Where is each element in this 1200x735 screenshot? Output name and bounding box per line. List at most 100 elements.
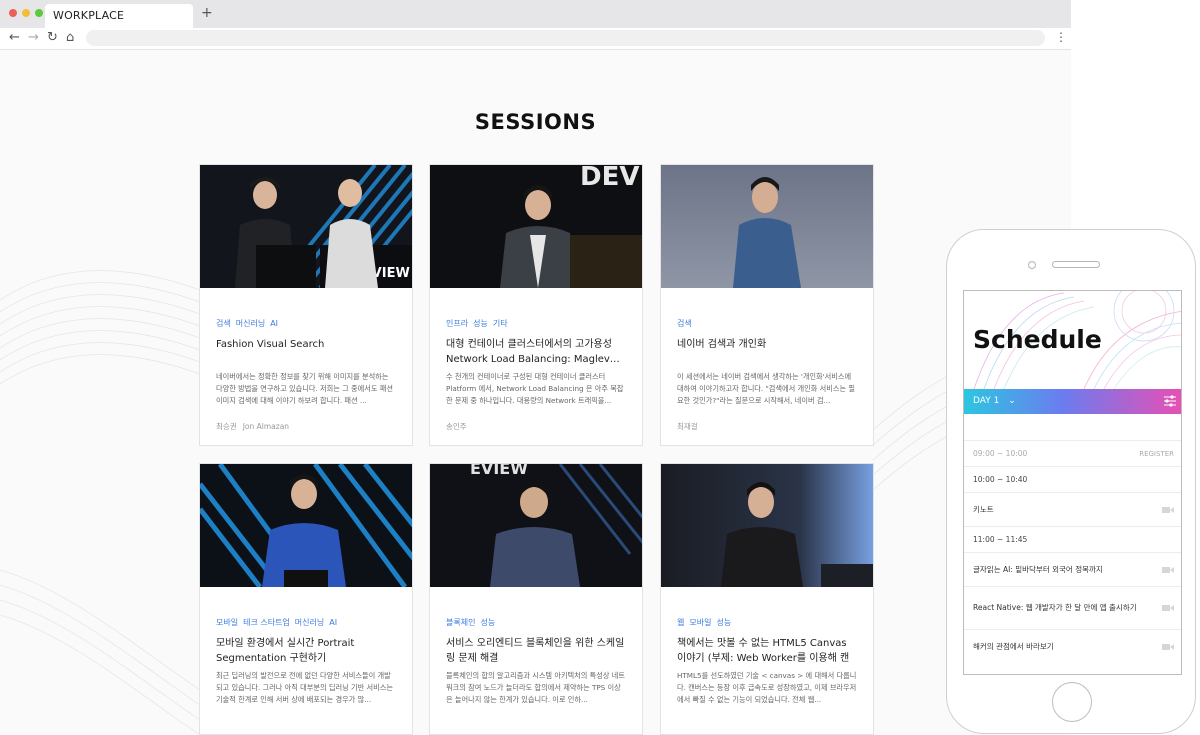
session-photo: EVIEW [430,464,642,587]
maximize-window-button[interactable] [35,9,43,17]
session-speakers: 최재걸 [677,421,857,432]
time-range: 10:00 ~ 10:40 [973,475,1028,484]
schedule-session-row[interactable]: 해커의 관점에서 바라보기 [964,629,1181,663]
tag[interactable]: 검색 [677,319,692,328]
session-photo [200,464,412,587]
session-speakers: 최승권 Jon Almazan [216,421,396,432]
speaker-name: 최재걸 [677,422,698,431]
session-tags: 검색 [677,318,857,329]
session-title[interactable]: 대형 컨테이너 클러스터에서의 고가용성 Network Load Balanc… [446,337,626,367]
session-description: 블록체인의 합의 알고리즘과 시스템 아키텍처의 특성상 네트워크의 참여 노드… [446,671,626,704]
address-bar[interactable] [86,30,1045,46]
schedule-session-title: 키노트 [973,504,994,514]
schedule-session-title: 해커의 관점에서 바라보기 [973,641,1054,651]
tag[interactable]: 성능 [480,618,495,627]
speaker-name: Jon Almazan [242,422,290,431]
day-selector[interactable]: DAY 1 ⌄ [964,389,1181,414]
time-slot: 10:00 ~ 10:40 [964,466,1181,492]
session-description: 수 천개의 컨테이너로 구성된 대형 컨테이너 클러스터 Platform 에서… [446,372,624,405]
session-card[interactable]: 웹 모바일 성능 책에서는 맛볼 수 없는 HTML5 Canvas 이야기 (부제… [660,463,874,735]
video-camera-icon[interactable] [1162,604,1174,612]
session-photo [661,165,873,288]
video-camera-icon[interactable] [1162,643,1174,651]
time-slot: 11:00 ~ 11:45 [964,526,1181,552]
tag[interactable]: 기타 [493,319,508,328]
filter-icon[interactable] [1164,395,1176,407]
day-label: DAY 1 [973,396,1000,406]
back-icon[interactable]: ← [9,30,20,46]
session-tags: 웹 모바일 성능 [677,617,857,628]
tab-bar: WORKPLACE + [0,0,1071,28]
schedule-session-row[interactable]: 글자읽는 AI: 밑바닥부터 외국어 정복까지 [964,552,1181,586]
phone-mockup: Schedule DAY 1 ⌄ 09:00 ~ 10:00 REGISTER … [946,229,1196,734]
session-title[interactable]: 서비스 오리엔티드 블록체인을 위한 스케일링 문제 해결 [446,636,626,666]
session-tags: 검색 머신러닝 AI [216,318,396,329]
schedule-session-row[interactable]: React Native: 웹 개발자가 한 달 만에 앱 출시하기 [964,586,1181,629]
svg-text:EVIEW: EVIEW [470,464,528,478]
browser-menu-icon[interactable]: ⋮ [1055,30,1067,44]
tag[interactable]: AI [270,319,278,328]
navigation-bar: ← → ↻ ⌂ ⋮ [0,28,1071,50]
session-photo: DEVIEW [200,165,412,288]
session-description: 네이버에서는 정확한 정보를 찾기 위해 이미지를 분석하는 다양한 방법을 연… [216,372,393,405]
session-description: 이 세션에서는 네이버 검색에서 생각하는 '개인화'서비스에 대하여 이야기하… [677,372,856,405]
session-description: 최근 딥러닝의 발전으로 전에 없던 다양한 서비스들이 개발되고 있습니다. … [216,671,393,704]
session-title[interactable]: 네이버 검색과 개인화 [677,337,857,367]
schedule-session-title: 글자읽는 AI: 밑바닥부터 외국어 정복까지 [973,564,1103,574]
minimize-window-button[interactable] [22,9,30,17]
phone-screen: Schedule DAY 1 ⌄ 09:00 ~ 10:00 REGISTER … [963,290,1182,675]
phone-home-button[interactable] [1052,682,1092,722]
tag[interactable]: AI [329,618,337,627]
session-description: HTML5를 선도하였던 기술 < canvas > 에 대해서 다룹니다. 캔… [677,671,857,704]
speaker-name: 송인주 [446,422,467,431]
tag[interactable]: 모바일 [216,618,238,627]
phone-speaker [1052,261,1100,268]
session-photo [661,464,873,587]
schedule-session-title: React Native: 웹 개발자가 한 달 만에 앱 출시하기 [973,603,1137,612]
video-camera-icon[interactable] [1162,566,1174,574]
speaker-name: 최승권 [216,422,237,431]
tag[interactable]: 성능 [473,319,488,328]
session-card[interactable]: 모바일 테크 스타트업 머신러닝 AI 모바일 환경에서 실시간 Portrait S… [199,463,413,735]
tag[interactable]: 머신러닝 [236,319,265,328]
session-title[interactable]: 모바일 환경에서 실시간 Portrait Segmentation 구현하기 [216,636,396,666]
session-tags: 블록체인 성능 [446,617,626,628]
phone-camera [1028,261,1036,269]
session-card[interactable]: EVIEW 블록체인 성능 서비스 오리엔티드 블록체인을 위한 스케일링 문제 … [429,463,643,735]
time-range: 11:00 ~ 11:45 [973,535,1028,544]
tab-workplace[interactable]: WORKPLACE [45,4,193,28]
home-icon[interactable]: ⌂ [66,30,74,46]
sessions-heading: SESSIONS [474,110,597,134]
schedule-session-row[interactable]: 키노트 [964,492,1181,526]
close-window-button[interactable] [9,9,17,17]
window-controls [9,9,43,17]
new-tab-button[interactable]: + [201,5,213,21]
session-photo: DEV [430,165,642,288]
page-content: SESSIONS DEVIEW 검색 머신러닝 AI Fashion Visua… [0,50,1071,735]
session-tags: 모바일 테크 스타트업 머신러닝 AI [216,617,396,628]
session-speakers: 송인주 [446,421,626,432]
time-slot: 09:00 ~ 10:00 REGISTER [964,440,1181,467]
session-card[interactable]: DEVIEW 검색 머신러닝 AI Fashion Visual Search 네이… [199,164,413,446]
tag[interactable]: 검색 [216,319,231,328]
tag[interactable]: 블록체인 [446,618,475,627]
session-title[interactable]: Fashion Visual Search [216,337,396,367]
register-link[interactable]: REGISTER [1139,441,1174,467]
forward-icon[interactable]: → [28,30,39,46]
reload-icon[interactable]: ↻ [47,30,58,46]
session-card[interactable]: 검색 네이버 검색과 개인화 이 세션에서는 네이버 검색에서 생각하는 '개인… [660,164,874,446]
schedule-title: Schedule [973,325,1102,354]
tag[interactable]: 머신러닝 [295,618,324,627]
chevron-down-icon: ⌄ [1008,396,1016,406]
browser-window: WORKPLACE + ← → ↻ ⌂ ⋮ SESSIONS DEVIEW 검색… [0,0,1071,735]
session-title[interactable]: 책에서는 맛볼 수 없는 HTML5 Canvas 이야기 (부제: Web W… [677,636,857,666]
tag[interactable]: 인프라 [446,319,468,328]
tag[interactable]: 테크 스타트업 [243,618,290,627]
tag[interactable]: 성능 [716,618,731,627]
session-card[interactable]: DEV 인프라 성능 기타 대형 컨테이너 클러스터에서의 고가용성 Network… [429,164,643,446]
tag[interactable]: 웹 [677,618,684,627]
video-camera-icon[interactable] [1162,506,1174,514]
schedule-list: 09:00 ~ 10:00 REGISTER 10:00 ~ 10:40 키노트… [964,440,1181,663]
svg-text:DEV: DEV [580,165,639,192]
tag[interactable]: 모바일 [689,618,711,627]
